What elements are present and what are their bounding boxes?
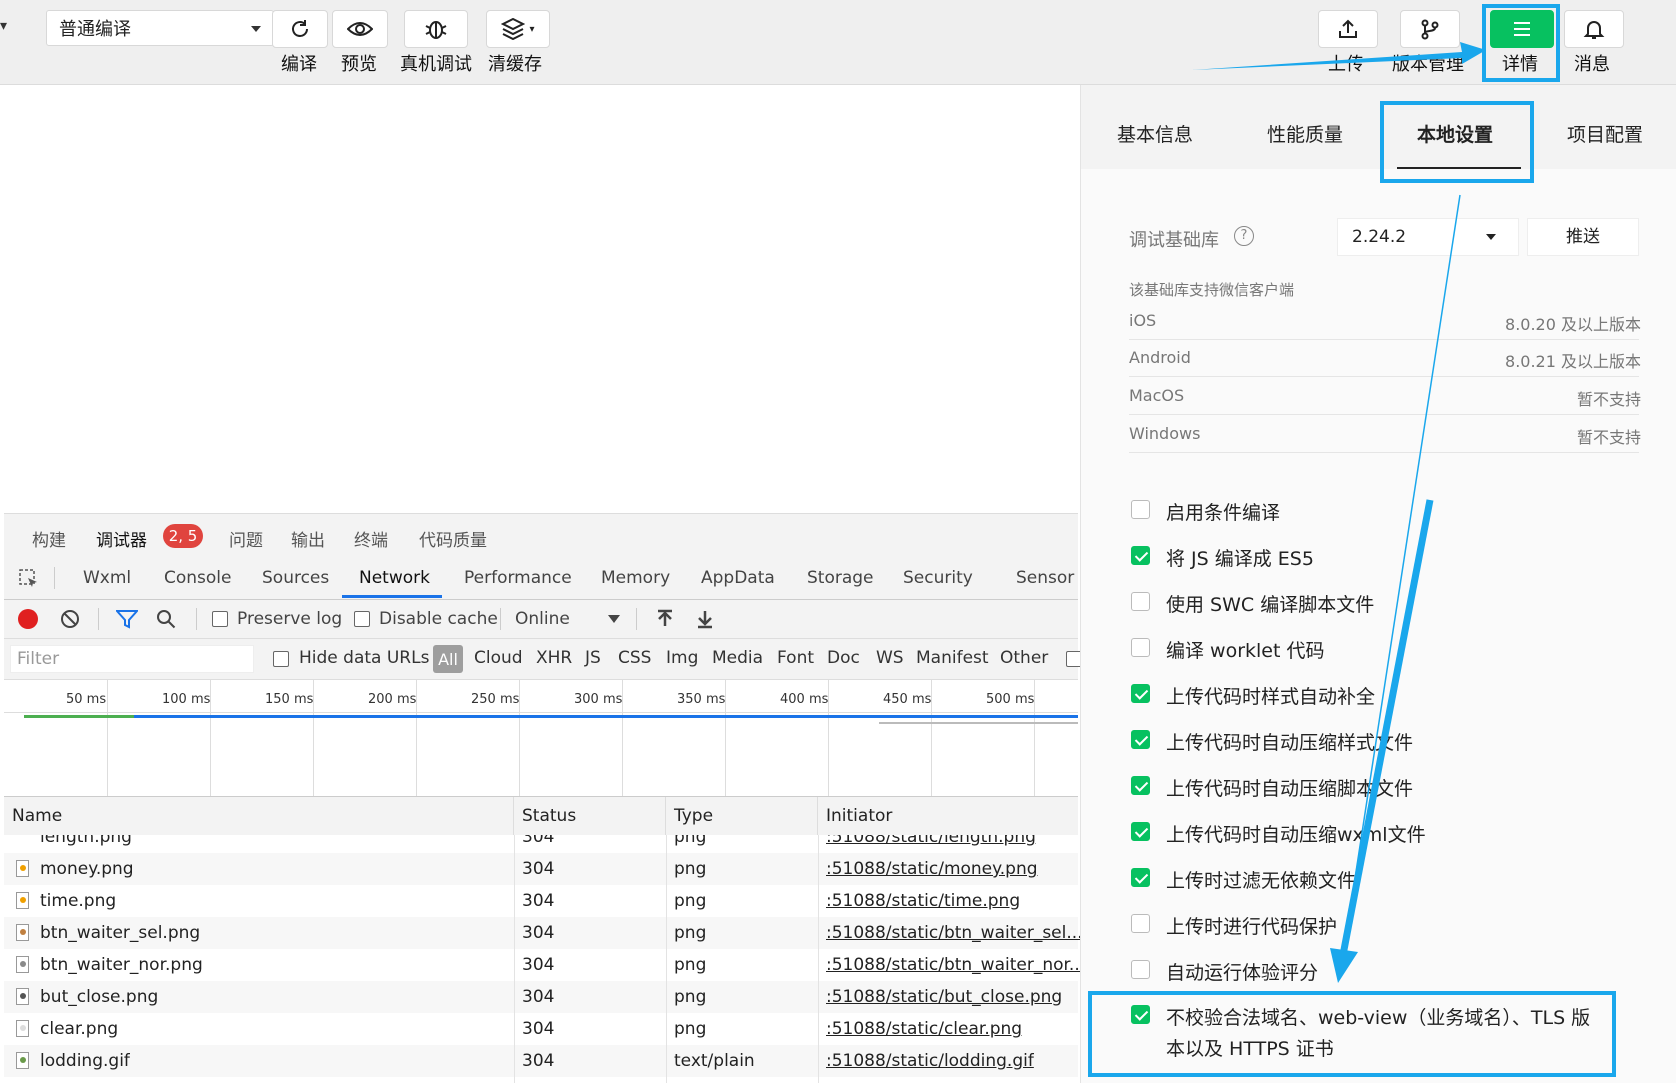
annotation-arrow-head bbox=[1330, 948, 1358, 983]
annotation-arrow-to-details bbox=[1192, 42, 1486, 70]
annotation-arrows bbox=[1192, 42, 1486, 983]
annotation-arrow-to-option bbox=[1339, 499, 1434, 956]
annotation-thin-arrow-line bbox=[1343, 194, 1461, 951]
